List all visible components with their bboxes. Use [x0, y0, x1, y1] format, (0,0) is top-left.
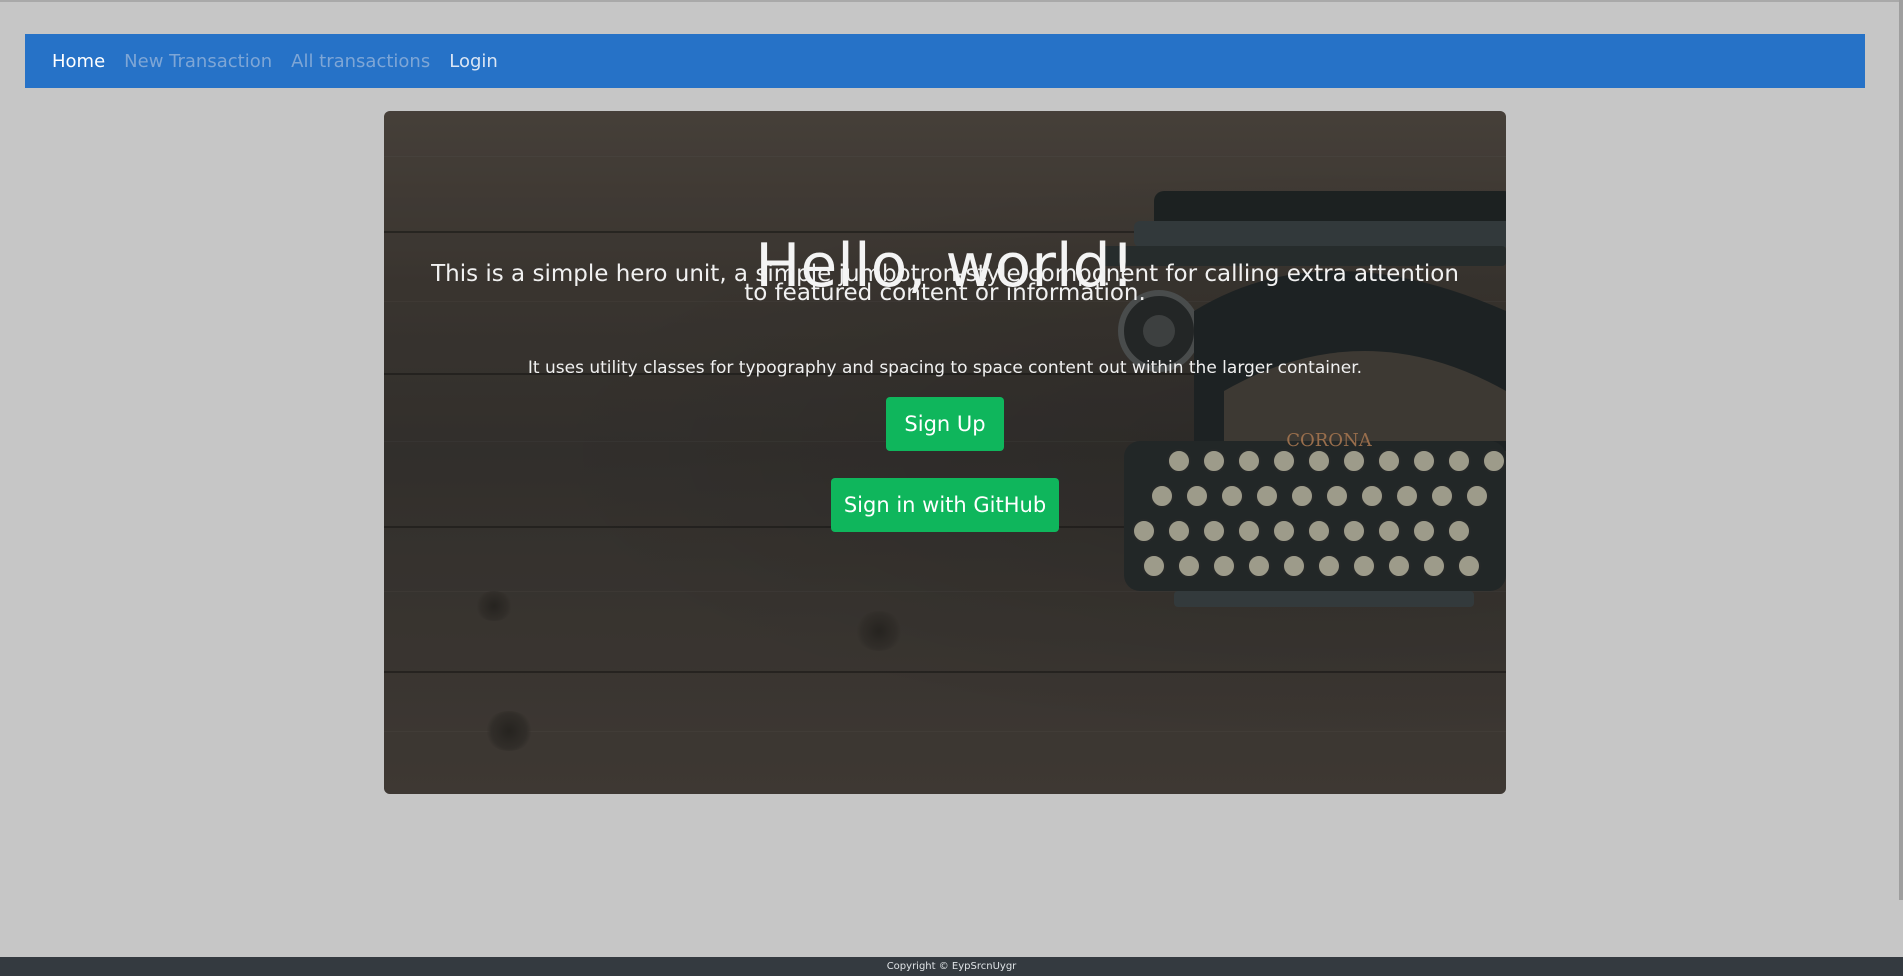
nav-home-link[interactable]: Home — [52, 51, 105, 72]
github-sign-in-button[interactable]: Sign in with GitHub — [831, 478, 1059, 532]
scrollbar[interactable] — [1899, 0, 1903, 900]
nav-all-transactions-link[interactable]: All transactions — [291, 51, 430, 72]
footer: Copyright © EypSrcnUygr — [0, 957, 1903, 976]
copyright-text: Copyright © EypSrcnUygr — [886, 961, 1017, 972]
nav-new-transaction-link[interactable]: New Transaction — [124, 51, 272, 72]
sign-up-button[interactable]: Sign Up — [886, 397, 1004, 451]
nav-login-link[interactable]: Login — [449, 51, 498, 72]
top-navbar: Home New Transaction All transactions Lo… — [25, 34, 1865, 88]
hero-jumbotron: CORONA Hello, world! This is a simple he… — [384, 111, 1506, 794]
window-top-border — [0, 0, 1903, 2]
hero-description: It uses utility classes for typography a… — [527, 358, 1363, 378]
hero-overlay — [384, 111, 1506, 794]
hero-lead: This is a simple hero unit, a simple jum… — [424, 263, 1466, 305]
